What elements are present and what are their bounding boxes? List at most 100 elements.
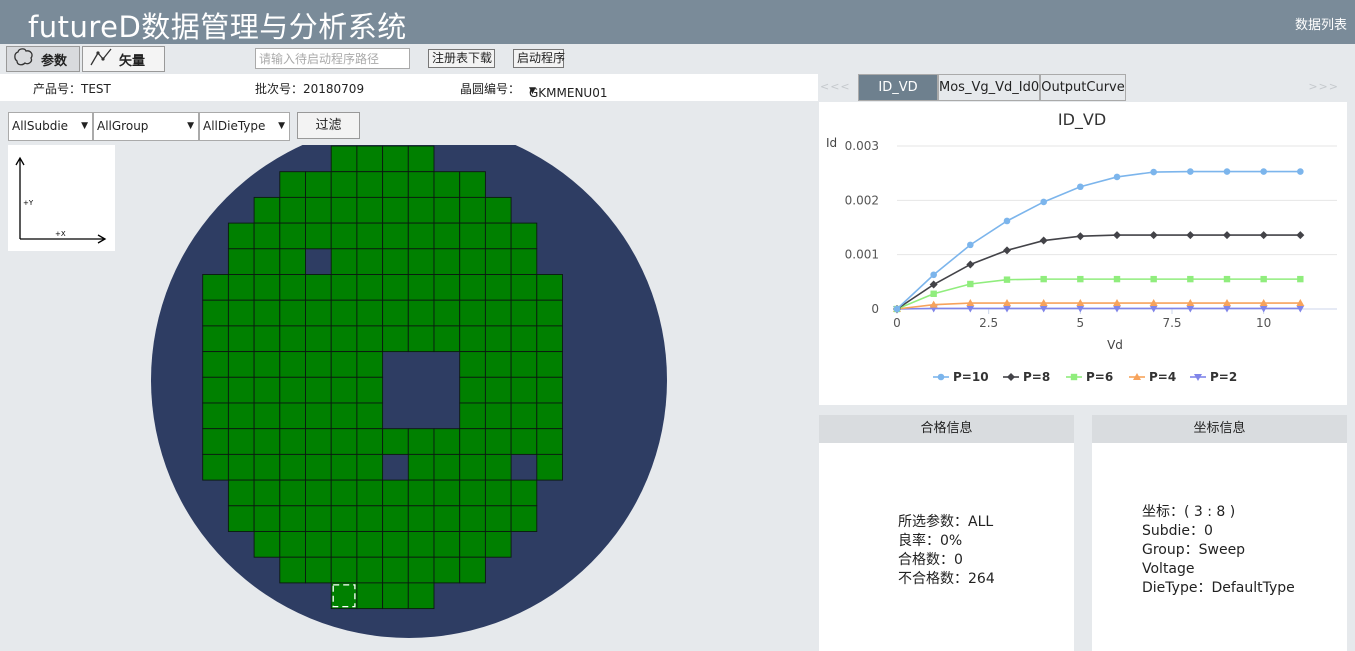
- data-point[interactable]: [930, 271, 937, 279]
- wafer-die[interactable]: [407, 556, 435, 584]
- wafer-die[interactable]: [253, 402, 281, 430]
- wafer-die[interactable]: [459, 531, 486, 558]
- wafer-die[interactable]: [202, 299, 229, 327]
- wafer-die[interactable]: [484, 531, 512, 558]
- wafer-die[interactable]: [253, 196, 281, 224]
- wafer-die[interactable]: [433, 299, 461, 327]
- wafer-die[interactable]: [227, 453, 255, 481]
- wafer-die[interactable]: [305, 196, 332, 224]
- wafer-die[interactable]: [510, 222, 538, 250]
- wafer-die[interactable]: [330, 351, 358, 378]
- wafer-die[interactable]: [433, 274, 461, 301]
- data-point[interactable]: [1076, 232, 1085, 241]
- wafer-die[interactable]: [279, 325, 306, 353]
- wafer-die[interactable]: [305, 351, 332, 378]
- wafer-die[interactable]: [484, 453, 512, 481]
- wafer-die[interactable]: [279, 222, 306, 250]
- wafer-die[interactable]: [536, 299, 563, 327]
- wafer-die[interactable]: [356, 428, 384, 455]
- data-point[interactable]: [1150, 168, 1157, 176]
- wafer-die[interactable]: [407, 505, 435, 532]
- wafer-die[interactable]: [433, 325, 461, 353]
- wafer-die[interactable]: [407, 222, 435, 250]
- wafer-die[interactable]: [536, 274, 563, 301]
- wafer-die[interactable]: [356, 453, 384, 481]
- wafer-die[interactable]: [459, 351, 486, 378]
- wafer-die[interactable]: [227, 299, 255, 327]
- data-point[interactable]: [1223, 168, 1231, 175]
- wafer-die[interactable]: [305, 171, 332, 198]
- wafer-die[interactable]: [382, 171, 409, 198]
- wafer-die[interactable]: [279, 248, 306, 275]
- data-point[interactable]: [1113, 173, 1121, 181]
- data-point[interactable]: [1223, 275, 1231, 283]
- wafer-die[interactable]: [330, 556, 358, 584]
- wafer-die[interactable]: [356, 402, 384, 430]
- wafer-die[interactable]: [305, 428, 332, 455]
- wafer-die[interactable]: [305, 325, 332, 353]
- wafer-die[interactable]: [330, 145, 358, 173]
- wafer-die[interactable]: [382, 582, 409, 610]
- wafer-die[interactable]: [459, 428, 486, 455]
- data-point[interactable]: [1186, 231, 1195, 240]
- wafer-die[interactable]: [382, 428, 409, 455]
- wafer-die[interactable]: [510, 428, 538, 455]
- wafer-die[interactable]: [253, 531, 281, 558]
- wafer-die[interactable]: [433, 556, 461, 584]
- wafer-die[interactable]: [459, 556, 486, 584]
- wafer-die[interactable]: [433, 222, 461, 250]
- wafer-die[interactable]: [356, 376, 384, 404]
- wafer-die[interactable]: [305, 505, 332, 532]
- wafer-die[interactable]: [484, 428, 512, 455]
- wafer-die[interactable]: [227, 479, 255, 507]
- data-point[interactable]: [1039, 236, 1048, 245]
- wafer-die[interactable]: [279, 505, 306, 532]
- wafer-die[interactable]: [227, 402, 255, 430]
- wafer-die[interactable]: [433, 479, 461, 507]
- wafer-die[interactable]: [279, 556, 306, 584]
- wafer-die[interactable]: [356, 582, 384, 610]
- tab-mos-vg-vd-id0[interactable]: Mos_Vg_Vd_Id0: [938, 74, 1040, 101]
- wafer-die[interactable]: [356, 248, 384, 275]
- wafer-die[interactable]: [484, 505, 512, 532]
- data-point[interactable]: [1003, 217, 1011, 225]
- wafer-die[interactable]: [484, 402, 512, 430]
- group-select[interactable]: AllGroup ▼: [93, 112, 199, 141]
- wafer-die[interactable]: [279, 171, 306, 198]
- wafer-die[interactable]: [253, 222, 281, 250]
- wafer-die[interactable]: [510, 248, 538, 275]
- wafer-die[interactable]: [330, 274, 358, 301]
- wafer-die[interactable]: [536, 453, 563, 481]
- dietype-select[interactable]: AllDieType ▼: [199, 112, 290, 141]
- data-point[interactable]: [1040, 275, 1047, 283]
- vector-mode-button[interactable]: 矢量: [82, 46, 165, 72]
- wafer-die[interactable]: [407, 171, 435, 198]
- wafer-die[interactable]: [407, 248, 435, 275]
- wafer-die[interactable]: [202, 325, 229, 353]
- wafer-die[interactable]: [227, 274, 255, 301]
- data-point[interactable]: [930, 290, 937, 297]
- wafer-die[interactable]: [356, 505, 384, 532]
- data-point[interactable]: [1113, 275, 1121, 283]
- wafer-die[interactable]: [484, 196, 512, 224]
- wafer-die[interactable]: [202, 376, 229, 404]
- wafer-die[interactable]: [330, 479, 358, 507]
- wafer-die[interactable]: [356, 531, 384, 558]
- program-path-input[interactable]: [255, 48, 410, 69]
- wafer-die[interactable]: [279, 453, 306, 481]
- data-point[interactable]: [1003, 276, 1011, 283]
- wafer-die[interactable]: [253, 351, 281, 378]
- wafer-die[interactable]: [279, 351, 306, 378]
- data-point[interactable]: [1259, 231, 1268, 240]
- subdie-select[interactable]: AllSubdie ▼: [8, 112, 93, 141]
- wafer-die[interactable]: [253, 299, 281, 327]
- wafer-die[interactable]: [305, 299, 332, 327]
- wafer-die[interactable]: [536, 325, 563, 353]
- wafer-die[interactable]: [330, 531, 358, 558]
- wafer-die[interactable]: [227, 376, 255, 404]
- data-point[interactable]: [966, 260, 975, 269]
- legend-item-label[interactable]: P=6: [1086, 370, 1113, 384]
- wafer-die[interactable]: [382, 248, 409, 275]
- wafer-die[interactable]: [382, 145, 409, 173]
- wafer-die[interactable]: [279, 299, 306, 327]
